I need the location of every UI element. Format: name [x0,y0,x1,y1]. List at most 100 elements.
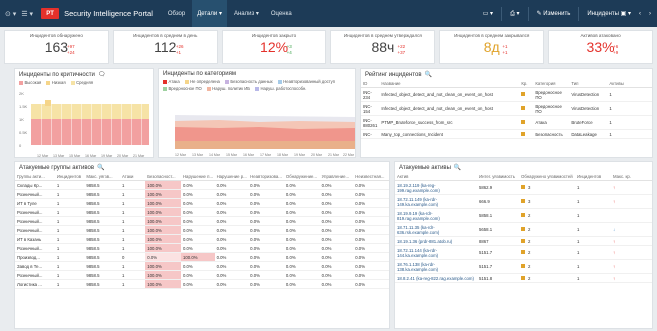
kpi-card[interactable]: Инцидентов в среднем закрывался 8д +1 +1 [439,30,545,64]
asset-name[interactable]: 18.19.2.119 (ka-reg-199.rag.example.com) [395,180,477,195]
column-header[interactable]: Интег. уязвимость [477,173,519,181]
table-cell: 0.0% [283,243,320,253]
table-cell: 0.0% [180,270,215,280]
search-icon[interactable]: 🔍 [454,164,461,171]
column-header[interactable]: Актив [395,173,477,181]
table-row[interactable]: Розничный... 1 9858.5 1 100.0% 0.0% 0.0% 0.0% 0.… [15,216,389,226]
table-row[interactable]: Розничный... 1 9858.5 1 100.0% 0.0% 0.0% 0.0% 0.… [15,225,389,235]
legend-item[interactable]: Средняя [70,80,93,85]
kpi-value: 88ч [371,39,395,55]
search-icon[interactable]: 🔍 [97,164,104,171]
x-tick: 21 Mar [133,154,145,158]
edit-button[interactable]: ✎ Изменить [537,10,571,17]
table-row[interactable]: 18.8.2.41 (ka-reg-822.rag.example.com) 51… [395,273,652,283]
tab-overview[interactable]: Обзор [163,0,190,27]
column-header[interactable]: Кр. [519,80,534,88]
column-header[interactable]: Нарушение п... [180,173,215,181]
column-header[interactable]: Атаки [120,173,146,181]
column-header[interactable]: Название [379,80,520,88]
column-header[interactable]: Макс. уягзв... [84,173,121,181]
table-row[interactable]: 18.19.1.36 (prdr-881.atob.ru) 8867 2 1 ↑ [395,236,652,246]
bookmark-icon[interactable]: ⎙ ▾ [510,10,519,18]
column-header[interactable]: Неизвестная... [353,173,389,181]
legend-item[interactable]: Атака [163,79,180,84]
legend-item[interactable]: Безопасность данных [224,79,273,84]
column-header[interactable]: Активы [607,80,652,88]
table-cell: Розничный... [15,189,55,199]
asset-name[interactable]: 18.71.11.35 (ka-rdr-636.rsk.example.com) [395,222,477,237]
legend-item[interactable]: Вредоносное ПО [163,86,202,91]
asset-name[interactable]: 18.72.11.144 (ka-rdr-144.ka.example.com) [395,245,477,260]
asset-name[interactable]: 18.19.1.36 (prdr-881.atob.ru) [395,236,477,246]
asset-name[interactable]: 18.76.1.138 (ka-rdr-138.ka.example.com) [395,259,477,274]
kpi-card[interactable]: Активов атаковано 33% +6 +9 [548,30,653,64]
legend-item[interactable]: Не определена [184,79,220,84]
back-icon[interactable]: ‹ [639,11,641,17]
table-row[interactable]: Логистика ... 1 9858.5 1 100.0% 0.0% 0.0% 0.0% 0… [15,279,389,289]
table-row[interactable]: Склады Кр... 1 9858.5 1 100.0% 0.0% 0.0% 0.0% 0.… [15,180,389,190]
table-cell: 0.0% [214,216,249,226]
column-header[interactable]: Управление... [319,173,354,181]
legend-item[interactable]: Низкая [46,80,66,85]
table-row[interactable]: Розничный... 1 9858.5 1 100.0% 0.0% 0.0% 0.0% 0.… [15,189,389,199]
table-row[interactable]: INC- Many_top_connections_Incident Безопас… [361,129,652,139]
asset-name[interactable]: 18.19.9.19 (ka-rdr-819.rag.example.com) [395,208,477,223]
column-header[interactable]: Инцидентов [54,173,85,181]
table-row[interactable]: 18.19.9.19 (ka-rdr-819.rag.example.com) 5… [395,208,652,223]
table-cell: 0.0% [353,207,389,217]
search-icon[interactable]: 🔍 [425,71,432,78]
monitor-icon[interactable]: ▭ ▾ [483,10,493,17]
legend-item[interactable]: Наруш. работоспособн. [255,86,306,91]
table-row[interactable]: ИТ в Туле 1 9858.5 1 100.0% 0.0% 0.0% 0.0% 0.0% 0… [15,198,389,208]
vulnerability-count: 2 [528,238,531,244]
table-row[interactable]: Розничный... 1 9858.5 1 100.0% 0.0% 0.0% 0.0% 0.… [15,207,389,217]
table-row[interactable]: INC-880261 PTMP_Bruteforce_success_from_s… [361,115,652,130]
table-row[interactable]: 18.72.11.144 (ka-rdr-144.ka.example.com)… [395,245,652,260]
table-row[interactable]: Розничный... 1 9858.5 1 100.0% 0.0% 0.0% 0.0% 0.… [15,270,389,280]
column-header[interactable]: ID [361,80,380,88]
table-row[interactable]: Производ... 1 9858.5 0 0.0% 100.0% 0.0% 0.0% 0.0… [15,252,389,262]
table-row[interactable]: Завод в Те... 1 9858.5 1 100.0% 0.0% 0.0% 0.0% 0… [15,261,389,271]
kpi-card[interactable]: Инцидентов закрыто 12% +3 +4 [221,30,327,64]
table-row[interactable]: Розничный... 1 9858.5 1 100.0% 0.0% 0.0% 0.0% 0.… [15,243,389,253]
legend-swatch [46,80,51,85]
table-row[interactable]: ИТ в Казань 1 9858.5 1 100.0% 0.0% 0.0% 0.0% 0.0… [15,234,389,244]
chat-icon[interactable]: 🗨 [98,71,106,78]
legend-item[interactable]: Неавторизованный доступ [277,79,335,84]
column-header[interactable]: Инцидентов [575,173,611,181]
column-header[interactable]: Нарушение р... [214,173,249,181]
table-row[interactable]: INC-234 Infected_object_detect_and_not_cl… [361,87,652,102]
table-row[interactable]: 18.19.2.119 (ka-reg-199.rag.example.com)… [395,180,652,195]
table-row[interactable]: 18.71.11.35 (ka-rdr-636.rsk.example.com)… [395,222,652,237]
tab-analysis[interactable]: Анализ ▾ [229,0,264,27]
table-cell: 100.0% [180,252,215,262]
forward-icon[interactable]: › [649,11,651,17]
column-header[interactable]: Категория [533,80,570,88]
compass-icon[interactable]: ⊙ ▾ [5,10,16,18]
kpi-card[interactable]: Инцидентов обнаружено 163 +97 +24 [4,30,109,64]
kpi-delta-secondary: +9 [613,50,619,55]
table-cell: 0.0% [248,225,284,235]
incidents-selector[interactable]: Инциденты ▣ ▾ [587,10,631,17]
list-menu-icon[interactable]: ☰ ▾ [21,10,33,18]
x-tick: 16 Mar [85,154,97,158]
kpi-card[interactable]: Инцидентов в среднем утверждался 88ч +22 +3… [330,30,436,64]
column-header[interactable]: Безопасност... [145,173,181,181]
column-header[interactable]: Обнаружение... [283,173,320,181]
asset-name[interactable]: 18.72.11.149 (ka-rdr-149.ka.example.com) [395,194,477,209]
table-row[interactable]: 18.72.11.149 (ka-rdr-149.ka.example.com)… [395,194,652,209]
tab-details[interactable]: Детали ▾ [192,0,227,27]
column-header[interactable]: Неавторизова... [248,173,284,181]
column-header[interactable]: Группы акти... [15,173,55,181]
table-row[interactable]: 18.76.1.138 (ka-rdr-138.ka.example.com) 5… [395,259,652,274]
legend-item[interactable]: Высокая [19,80,41,85]
column-header[interactable]: Макс. кр. [611,173,652,181]
legend-item[interactable]: Наруш. политик ИБ [206,86,250,91]
column-header[interactable]: Тип [569,80,608,88]
panel-title: Атакуемые группы активов 🔍 [15,162,389,173]
tab-assessment[interactable]: Оценка [266,0,297,27]
kpi-card[interactable]: Инцидентов в среднем в день 112 +26 +1 [112,30,218,64]
asset-name[interactable]: 18.8.2.41 (ka-reg-822.rag.example.com) [395,273,477,283]
table-row[interactable]: INC-154 Infected_object_detect_and_not_cl… [361,101,652,116]
column-header[interactable]: Обнаружено уязвимостей [519,173,575,181]
